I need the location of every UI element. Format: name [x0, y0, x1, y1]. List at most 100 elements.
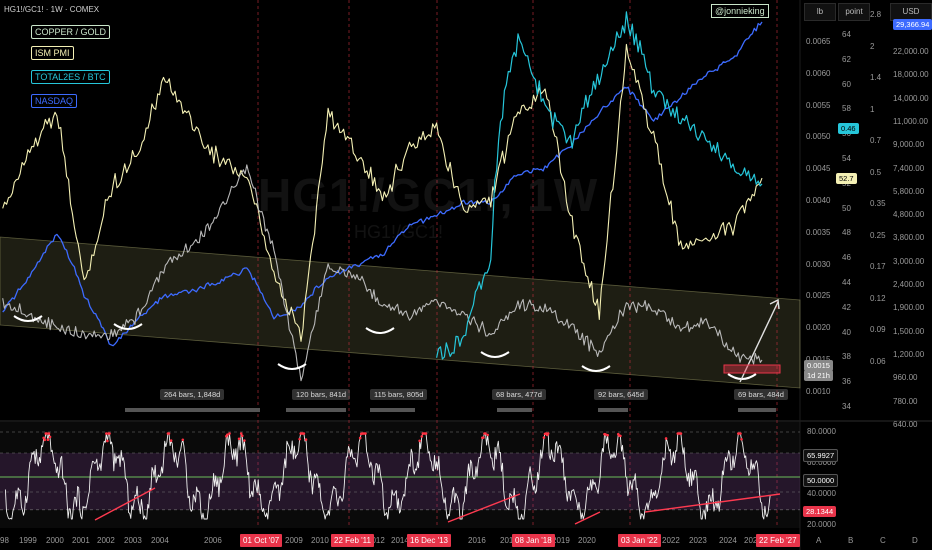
- time-axis-label: 2003: [124, 536, 142, 545]
- point-tick: 0.7: [870, 136, 882, 145]
- point-tick: 0.06: [870, 356, 886, 366]
- ratio-tick: 0.0055: [806, 100, 831, 110]
- ratio-tick: 0.0050: [806, 132, 831, 142]
- usd-tick: 7,400.00: [893, 163, 925, 173]
- usd-tick: 14,000.00: [893, 93, 929, 103]
- rsi-overbought-point: [106, 439, 109, 443]
- bar-range-marker: [598, 408, 628, 412]
- rsi-overbought-point: [424, 432, 428, 435]
- unit-lb-button[interactable]: lb: [804, 3, 836, 21]
- rsi-overbought-point: [420, 435, 424, 438]
- bar-range-marker: [497, 408, 532, 412]
- point-tick: 0.17: [870, 262, 886, 271]
- bar-range-marker: [370, 408, 415, 412]
- rsi-overbought-point: [679, 432, 683, 435]
- rsi-overbought-point: [298, 437, 301, 441]
- bar-range-label: 115 bars, 805d: [370, 389, 428, 400]
- bar-range-label: 264 bars, 1,848d: [160, 389, 225, 400]
- usd-tick: 9,000.00: [893, 140, 925, 150]
- time-axis-label: 2016: [468, 536, 486, 545]
- rsi-overbought-point: [364, 432, 367, 435]
- usd-tick: 3,000.00: [893, 256, 925, 266]
- usd-tick: 3,800.00: [893, 233, 925, 243]
- usd-tick: 960.00: [893, 373, 918, 383]
- rsi-overbought-point: [48, 435, 52, 439]
- time-axis-label: 2020: [578, 536, 596, 545]
- pmi-tick: 36: [842, 377, 851, 387]
- symbol-watermark-small: HG1!/GC1!: [354, 222, 444, 242]
- pmi-tick: 40: [842, 327, 851, 337]
- ratio-countdown-tag: 1d 21h: [804, 370, 833, 381]
- usd-tick: 22,000.00: [893, 47, 929, 56]
- rsi-mid-tag: 50.0000: [803, 474, 839, 487]
- bar-range-label: 92 bars, 645d: [594, 389, 648, 400]
- rsi-overbought-point: [542, 436, 546, 439]
- ratio-tick: 0.0035: [806, 227, 831, 237]
- pmi-tick: 62: [842, 54, 851, 64]
- point-tick: 1: [870, 104, 875, 114]
- rsi-overbought-point: [43, 438, 47, 442]
- point-tick: 0.5: [870, 167, 882, 177]
- rsi-lower-tag: 28.1344: [803, 506, 837, 517]
- legend-item[interactable]: NASDAQ: [31, 94, 78, 108]
- rsi-overbought-point: [606, 433, 609, 437]
- rsi-overbought-point: [181, 438, 185, 442]
- ratio-tick: 0.0030: [806, 259, 831, 269]
- ratio-tick: 0.0060: [806, 68, 831, 78]
- time-axis-label: 2010: [311, 536, 329, 545]
- legend-item[interactable]: ISM PMI: [31, 46, 74, 60]
- nasdaq-last-price-tag: 29,366.94: [893, 19, 932, 30]
- rsi-overbought-point: [228, 432, 231, 435]
- point-tick: 0.12: [870, 293, 886, 303]
- bar-range-label: 69 bars, 484d: [734, 389, 788, 400]
- rsi-overbought-point: [484, 432, 487, 435]
- pmi-tick: 60: [842, 79, 851, 89]
- usd-tick: 2,400.00: [893, 280, 925, 289]
- point-tick: 0.25: [870, 230, 886, 240]
- rsi-overbought-point: [664, 437, 668, 440]
- pmi-tick: 54: [842, 154, 851, 163]
- legend-item[interactable]: TOTAL2ES / BTC: [31, 70, 110, 84]
- time-axis-label: C: [880, 536, 886, 545]
- legend-item[interactable]: COPPER / GOLD: [31, 25, 111, 39]
- rsi-upper-tag: 65.9927: [803, 449, 839, 462]
- rsi-overbought-point: [304, 438, 308, 441]
- time-axis-label: 2001: [72, 536, 90, 545]
- point-tick: 1.4: [870, 73, 882, 82]
- rsi-overbought-point: [240, 434, 244, 438]
- bar-range-marker: [125, 408, 260, 412]
- time-axis-label: 2006: [204, 536, 222, 545]
- bar-range-marker: [738, 408, 776, 412]
- pmi-tick: 46: [842, 253, 851, 263]
- chart-canvas[interactable]: [0, 0, 932, 550]
- point-tick: 2: [870, 41, 875, 51]
- ratio-tick: 0.0065: [806, 37, 831, 46]
- point-tick: 0.35: [870, 199, 886, 208]
- pmi-last-price-tag: 52.7: [836, 173, 857, 184]
- rsi-overbought-point: [739, 432, 742, 435]
- chart-area[interactable]: HG1!/GC1!, 1W HG1!/GC1! HG1!/GC1! · 1W ·…: [0, 0, 932, 550]
- time-axis-label: 2002: [97, 536, 115, 545]
- time-axis-label: B: [848, 536, 854, 545]
- rsi-overbought-point: [546, 432, 550, 435]
- cycle-date-label: 22 Feb '27: [756, 534, 800, 547]
- cycle-date-label: 03 Jan '22: [618, 534, 661, 547]
- usd-tick: 780.00: [893, 396, 918, 406]
- bar-range-label: 120 bars, 841d: [292, 389, 351, 400]
- chart-title: HG1!/GC1! · 1W · COMEX: [4, 5, 100, 14]
- usd-tick: 1,900.00: [893, 303, 925, 313]
- rsi-overbought-point: [482, 436, 485, 439]
- usd-tick: 18,000.00: [893, 70, 929, 80]
- unit-point-button[interactable]: point: [838, 3, 870, 21]
- rsi-overbought-point: [418, 439, 421, 443]
- symbol-watermark: HG1!/GC1!, 1W: [258, 169, 599, 221]
- cycle-date-label: 01 Oct '07: [240, 534, 283, 547]
- rsi-overbought-point: [740, 437, 743, 441]
- usd-tick: 5,800.00: [893, 186, 925, 196]
- pmi-tick: 44: [842, 278, 851, 287]
- time-axis-label: 2009: [285, 536, 303, 545]
- pmi-tick: 58: [842, 104, 851, 114]
- time-axis-label: 2023: [689, 536, 707, 545]
- rsi-overbought-point: [46, 438, 50, 442]
- usd-tick: 11,000.00: [893, 116, 928, 126]
